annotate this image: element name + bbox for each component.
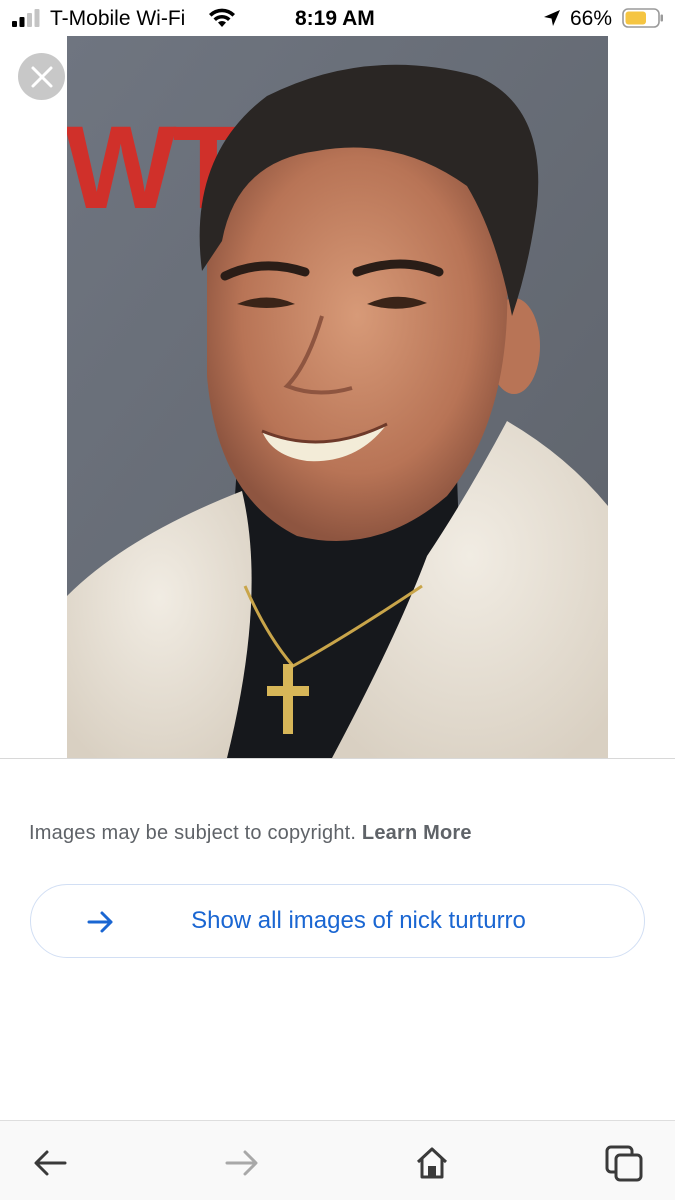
forward-icon <box>225 1150 258 1176</box>
battery-icon <box>622 8 663 28</box>
copyright-notice: Images may be subject to copyright. Lear… <box>29 822 472 845</box>
person-portrait-image: WTI <box>67 36 608 758</box>
learn-more-link[interactable]: Learn More <box>362 822 472 844</box>
close-button[interactable] <box>18 53 65 100</box>
show-all-images-button[interactable]: Show all images of nick turturro <box>30 884 645 958</box>
carrier-name: T-Mobile Wi-Fi <box>50 7 186 30</box>
tabs-icon <box>605 1145 643 1182</box>
status-bar: T-Mobile Wi-Fi 8:19 AM 66% <box>0 0 675 36</box>
tabs-button[interactable] <box>602 1141 646 1185</box>
clock: 8:19 AM <box>295 7 375 30</box>
back-icon <box>34 1150 67 1176</box>
show-all-images-label: Show all images of nick turturro <box>191 907 526 934</box>
copyright-text: Images may be subject to copyright. <box>29 822 357 844</box>
location-icon <box>544 10 560 26</box>
screen: T-Mobile Wi-Fi 8:19 AM 66% WTI Images ma… <box>0 0 675 1200</box>
search-result-photo[interactable]: WTI <box>67 36 608 758</box>
wifi-icon <box>209 8 235 27</box>
forward-button[interactable] <box>220 1141 264 1185</box>
divider <box>0 758 675 759</box>
signal-icon <box>12 9 40 27</box>
close-icon <box>31 66 52 87</box>
back-button[interactable] <box>28 1141 72 1185</box>
battery-percent: 66% <box>570 7 613 30</box>
home-button[interactable] <box>410 1141 454 1185</box>
image-viewer: WTI <box>0 36 675 758</box>
home-icon <box>416 1147 448 1179</box>
bottom-toolbar <box>0 1120 675 1200</box>
